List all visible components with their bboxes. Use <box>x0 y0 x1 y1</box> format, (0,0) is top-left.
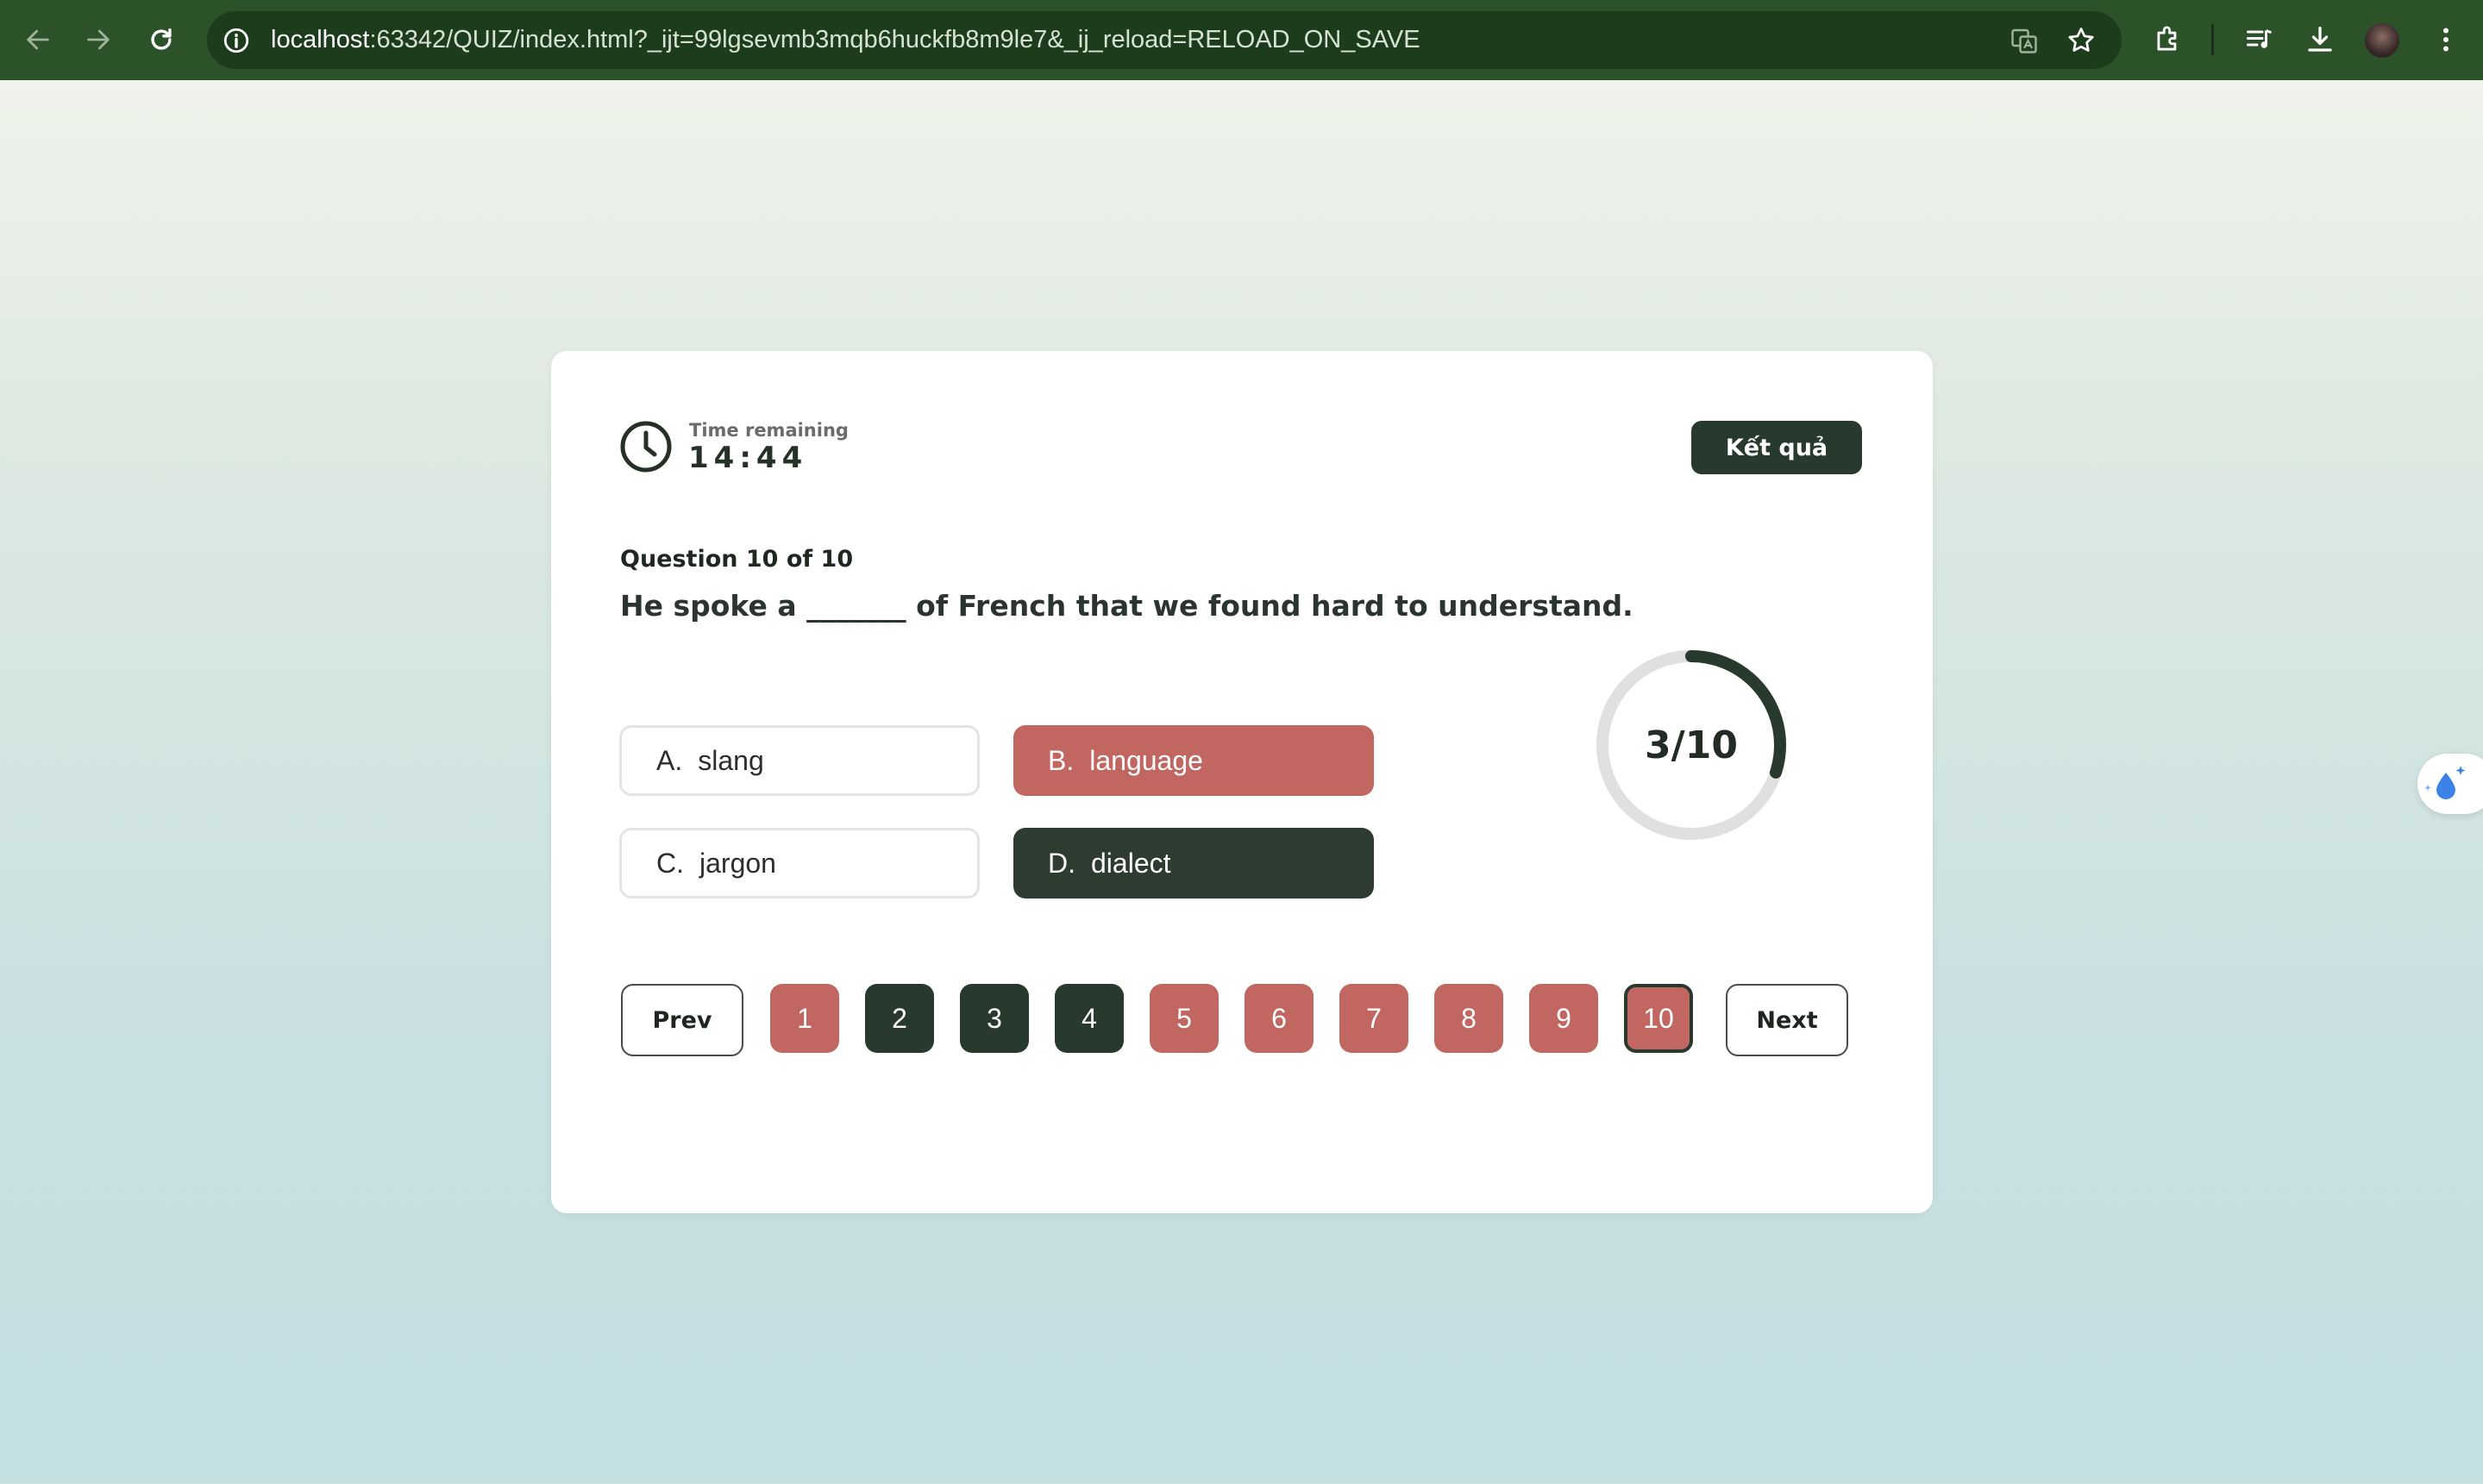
time-remaining-value: 14:44 <box>688 441 808 475</box>
site-info-icon[interactable] <box>219 23 254 58</box>
media-controls-icon[interactable] <box>2237 17 2282 62</box>
option-b[interactable]: B. language <box>1013 725 1374 796</box>
back-button[interactable] <box>14 16 62 64</box>
option-letter: D. <box>1048 847 1075 879</box>
option-text: language <box>1089 744 1203 776</box>
url-text[interactable]: localhost:63342/QUIZ/index.html?_ijt=99l… <box>271 11 1420 69</box>
download-icon[interactable] <box>2298 17 2342 62</box>
page-button-4[interactable]: 4 <box>1055 984 1124 1053</box>
page-button-8[interactable]: 8 <box>1434 984 1503 1053</box>
page-button-6[interactable]: 6 <box>1245 984 1314 1053</box>
prev-button[interactable]: Prev <box>621 984 743 1056</box>
toolbar-divider <box>2211 24 2214 55</box>
option-letter: C. <box>656 847 684 879</box>
bookmark-star-icon[interactable] <box>2063 22 2099 59</box>
quiz-card: Time remaining 14:44 Kết quả Question 10… <box>551 351 1933 1213</box>
question-counter: Question 10 of 10 <box>620 546 854 573</box>
time-remaining-label: Time remaining <box>689 420 849 441</box>
page-button-7[interactable]: 7 <box>1339 984 1408 1053</box>
sparkle-drop-icon <box>2424 766 2466 799</box>
option-a[interactable]: A. slang <box>619 725 980 796</box>
page-button-5[interactable]: 5 <box>1150 984 1219 1053</box>
translate-icon[interactable] <box>2006 22 2042 59</box>
extensions-icon[interactable] <box>2146 17 2191 62</box>
menu-kebab-icon[interactable] <box>2423 17 2468 62</box>
question-text: He spoke a _______ of French that we fou… <box>620 589 1633 623</box>
page-button-9[interactable]: 9 <box>1529 984 1598 1053</box>
arrow-right-icon <box>87 29 110 50</box>
reload-icon <box>151 28 172 50</box>
result-button[interactable]: Kết quả <box>1691 421 1862 474</box>
page-button-10[interactable]: 10 <box>1624 984 1693 1053</box>
next-button[interactable]: Next <box>1726 984 1848 1056</box>
option-text: jargon <box>699 847 776 879</box>
option-letter: B. <box>1048 744 1075 776</box>
forward-button[interactable] <box>74 16 122 64</box>
url-path: :63342/QUIZ/index.html?_ijt=99lgsevmb3mq… <box>369 26 1420 53</box>
reload-button[interactable] <box>137 16 185 64</box>
option-letter: A. <box>656 744 683 776</box>
clock-icon <box>620 421 672 473</box>
page-button-1[interactable]: 1 <box>770 984 839 1053</box>
option-text: dialect <box>1091 847 1171 879</box>
score-label: 3/10 <box>1645 723 1738 767</box>
address-bar[interactable]: localhost:63342/QUIZ/index.html?_ijt=99l… <box>207 11 2122 69</box>
floating-assistant-button[interactable] <box>2417 754 2483 814</box>
url-host: localhost <box>271 26 370 53</box>
page-button-2[interactable]: 2 <box>865 984 934 1053</box>
profile-avatar[interactable] <box>2365 23 2399 58</box>
browser-toolbar: localhost:63342/QUIZ/index.html?_ijt=99l… <box>0 0 2483 80</box>
page-button-3[interactable]: 3 <box>960 984 1029 1053</box>
option-c[interactable]: C. jargon <box>619 828 980 899</box>
arrow-left-icon <box>27 29 49 50</box>
option-d[interactable]: D. dialect <box>1013 828 1374 899</box>
option-text: slang <box>698 744 764 776</box>
